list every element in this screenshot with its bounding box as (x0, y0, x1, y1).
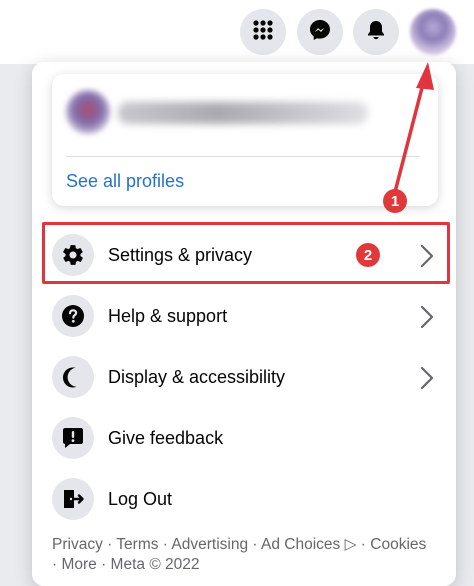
annotation-arrow (393, 62, 434, 194)
